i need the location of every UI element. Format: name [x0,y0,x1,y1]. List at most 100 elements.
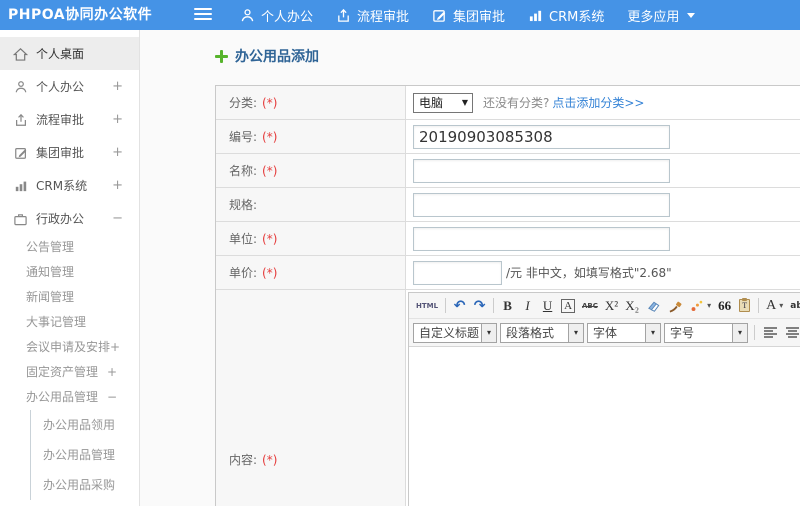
collapse-minus-icon[interactable]: − [107,390,117,404]
auto-typeset-button[interactable] [687,296,714,316]
sidebar-item-admin-office[interactable]: 行政办公 − [0,202,139,235]
sidebar-item-fixed-assets[interactable]: 固定资产管理 + [0,360,139,385]
field-value-content: HTML ↶ ↷ B I U A ABC X² X₂ ▾ 66 T A ▾ ab… [406,290,800,506]
superscript-button[interactable]: X² [602,296,621,316]
chevron-down-icon [732,323,747,342]
expand-plus-icon[interactable]: + [112,145,123,160]
magic-wand-icon [691,300,703,311]
nav-label: CRM系统 [549,9,605,25]
upload-share-icon [338,8,349,22]
sidebar-item-office-supplies[interactable]: 办公用品管理 − [0,385,139,410]
sidebar-item-supplies-purchase[interactable]: 办公用品采购 [31,470,139,500]
label-text: 单价: [229,266,258,280]
sidebar-item-label: 固定资产管理 [26,365,99,379]
row-spec: 规格: [216,188,800,222]
expand-plus-icon[interactable]: + [112,79,123,94]
sidebar-item-meetings[interactable]: 会议申请及安排+ [0,335,139,360]
sidebar-item-label: 公告管理 [26,240,75,254]
expand-plus-icon[interactable]: + [107,365,117,379]
redo-button[interactable]: ↷ [470,296,489,316]
sidebar-item-label: CRM系统 [36,179,88,193]
label-text: 分类: [229,96,258,110]
app-logo[interactable]: PHPOA协同办公软件 [8,0,152,30]
editor-toolbar-row1: HTML ↶ ↷ B I U A ABC X² X₂ ▾ 66 T A ▾ ab [409,293,800,319]
custom-heading-select[interactable]: 自定义标题 [413,322,497,343]
editor-content-area[interactable] [409,347,800,506]
nav-more-apps[interactable]: 更多应用 [627,6,696,25]
font-color-button[interactable]: A [763,296,786,316]
align-left-button[interactable] [761,323,780,343]
unit-input[interactable] [413,226,670,251]
expand-plus-icon[interactable]: + [112,112,123,127]
sidebar-item-supplies-claim[interactable]: 办公用品领用 [31,410,139,440]
field-label-unit: 单位: (*) [216,222,406,255]
selected-option: 自定义标题 [419,326,480,340]
html-source-button[interactable]: HTML [413,296,441,316]
required-mark: (*) [262,452,278,467]
nav-label: 更多应用 [627,9,680,25]
toolbar-separator [758,298,760,313]
nav-group-approval[interactable]: 集团审批 [432,6,505,25]
field-label-content: 内容: (*) [216,290,406,506]
font-size-select[interactable]: 字号 [664,322,748,343]
edit-icon [433,9,446,22]
sidebar-item-crm[interactable]: CRM系统 + [0,169,139,202]
undo-button[interactable]: ↶ [450,296,469,316]
expand-plus-icon[interactable]: + [112,178,123,193]
sidebar-item-supplies-manage[interactable]: 办公用品管理 [31,440,139,470]
italic-button[interactable]: I [518,296,537,316]
bar-chart-icon [529,10,542,22]
subscript-button[interactable]: X₂ [622,296,642,316]
nav-workflow-approval[interactable]: 流程审批 [336,6,409,25]
spec-input[interactable] [413,192,670,217]
sidebar-item-workflow-approval[interactable]: 流程审批 + [0,103,139,136]
sidebar-item-label: 个人桌面 [36,47,85,61]
sidebar-item-news[interactable]: 新闻管理 [0,285,139,310]
paste-plain-text-button[interactable] [735,296,754,316]
price-input[interactable] [413,260,502,285]
bold-button[interactable]: B [498,296,517,316]
sidebar-item-memorabilia[interactable]: 大事记管理 [0,310,139,335]
collapse-minus-icon[interactable]: − [112,211,123,226]
category-select[interactable]: 电脑 [413,92,473,113]
format-painter-button[interactable] [665,296,686,316]
blockquote-button[interactable]: 66 [715,296,734,316]
required-mark: (*) [262,265,278,280]
paragraph-format-select[interactable]: 段落格式 [500,322,584,343]
nav-crm-system[interactable]: CRM系统 [528,6,604,25]
nav-personal-office[interactable]: 个人办公 [240,6,313,25]
field-label-price: 单价: (*) [216,256,406,289]
field-label-code: 编号: (*) [216,120,406,153]
supplies-add-form: 分类: (*) 电脑 还没有分类? 点击添加分类>> 编号: (*) [215,85,800,506]
sidebar-item-personal-office[interactable]: 个人办公 + [0,70,139,103]
font-family-select[interactable]: 字体 [587,322,661,343]
name-input[interactable] [413,158,670,183]
remove-format-button[interactable] [643,296,664,316]
user-icon [241,8,254,21]
field-value-category: 电脑 还没有分类? 点击添加分类>> [406,86,800,119]
add-category-link[interactable]: 点击添加分类>> [552,94,644,111]
sidebar-item-announcements[interactable]: 公告管理 [0,235,139,260]
sidebar-item-group-approval[interactable]: 集团审批 + [0,136,139,169]
code-input[interactable] [413,124,670,149]
row-category: 分类: (*) 电脑 还没有分类? 点击添加分类>> [216,86,800,120]
sidebar-item-label: 集团审批 [36,146,85,160]
eraser-icon [648,301,660,312]
strikethrough-button[interactable]: ABC [579,296,601,316]
highlight-icon: ab [790,300,800,311]
field-value-code [406,120,800,153]
sidebar-item-desktop[interactable]: 个人桌面 [0,37,139,70]
office-supplies-submenu: 办公用品领用 办公用品管理 办公用品采购 [30,410,139,500]
boxed-a-button[interactable]: A [558,296,578,316]
highlight-color-button[interactable]: ab✎ [787,296,800,316]
user-icon [12,80,29,94]
field-value-spec [406,188,800,221]
align-center-button[interactable] [783,323,800,343]
field-value-name [406,154,800,187]
sidebar-item-notices[interactable]: 通知管理 [0,260,139,285]
hamburger-icon [194,8,212,20]
underline-button[interactable]: U [538,296,557,316]
rich-text-editor: HTML ↶ ↷ B I U A ABC X² X₂ ▾ 66 T A ▾ ab… [408,292,800,506]
menu-toggle-button[interactable] [194,8,212,22]
no-category-tip: 还没有分类? [483,96,550,110]
